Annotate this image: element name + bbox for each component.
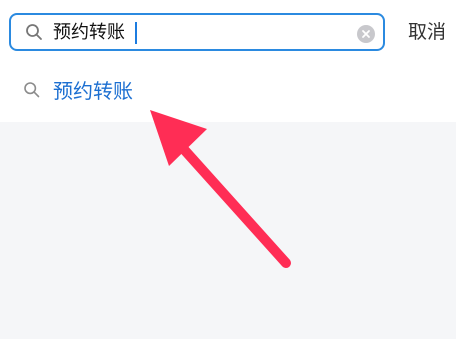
search-input[interactable] bbox=[53, 21, 353, 45]
text-cursor bbox=[135, 22, 137, 44]
clear-icon bbox=[362, 30, 370, 38]
search-icon bbox=[24, 82, 40, 98]
search-panel: 取消 预约转账 bbox=[0, 0, 456, 122]
cancel-button[interactable]: 取消 bbox=[408, 19, 450, 45]
search-box[interactable] bbox=[9, 13, 385, 51]
search-suggestion-label: 预约转账 bbox=[53, 79, 133, 103]
search-icon bbox=[26, 24, 42, 40]
search-suggestion-item[interactable]: 预约转账 bbox=[0, 70, 456, 112]
clear-button[interactable] bbox=[357, 25, 375, 43]
